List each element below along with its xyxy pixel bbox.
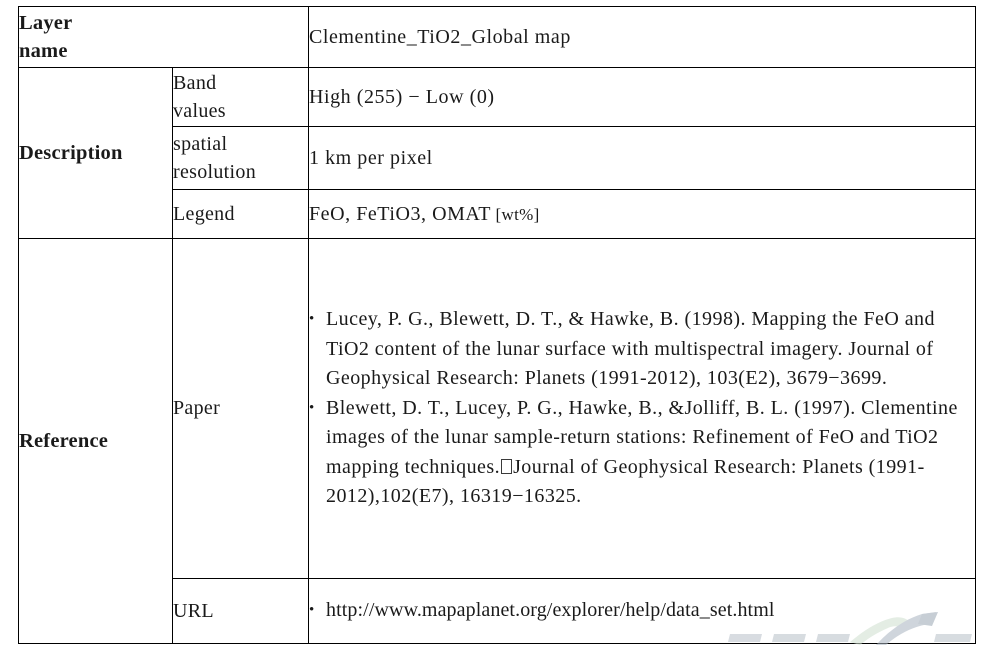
- cell-legend-value: FeO, FeTiO3, OMAT [wt%]: [308, 189, 976, 239]
- spatial-resolution-sublabel-line2: resolution: [173, 161, 256, 183]
- table-row-layer-name: Layer name Clementine_TiO2_Global map: [18, 6, 976, 68]
- missing-glyph-box-icon: [501, 458, 513, 474]
- url-list: http://www.mapaplanet.org/explorer/help/…: [309, 595, 975, 626]
- layer-metadata-table: Layer name Clementine_TiO2_Global map De…: [18, 6, 976, 644]
- band-values-sublabel-line1: Band: [173, 71, 217, 94]
- spatial-resolution-sublabel-line1: spatial: [173, 132, 228, 155]
- layer-name-label-line1: Layer: [19, 11, 73, 34]
- cell-sub-spatial-resolution: spatial resolution: [172, 126, 309, 190]
- list-item-url: http://www.mapaplanet.org/explorer/help/…: [309, 595, 975, 626]
- spatial-resolution-value: 1 km per pixel: [309, 146, 433, 169]
- url-sublabel: URL: [173, 599, 214, 622]
- description-label: Description: [19, 141, 123, 164]
- paper-sublabel: Paper: [173, 397, 221, 420]
- cell-spatial-resolution-value: 1 km per pixel: [308, 126, 976, 190]
- reference-label: Reference: [19, 429, 109, 452]
- legend-unit-text: [wt%]: [495, 204, 540, 224]
- cell-sub-url: URL: [172, 578, 309, 644]
- band-values-value: High (255) − Low (0): [309, 85, 495, 108]
- cell-layer-name-value: Clementine_TiO2_Global map: [308, 6, 976, 68]
- table-row-band-values: Description Band values High (255) − Low…: [18, 67, 976, 239]
- layer-name-value: Clementine_TiO2_Global map: [309, 25, 571, 48]
- legend-value-unit: [wt%]: [491, 205, 540, 224]
- cell-paper-references: Lucey, P. G., Blewett, D. T., & Hawke, B…: [308, 238, 976, 579]
- band-values-sublabel-line2: values: [173, 100, 226, 122]
- row-label-reference: Reference: [18, 238, 173, 644]
- row-label-layer-name: Layer name: [18, 6, 309, 68]
- list-item-reference-1: Lucey, P. G., Blewett, D. T., & Hawke, B…: [309, 304, 975, 394]
- cell-url-value: http://www.mapaplanet.org/explorer/help/…: [308, 578, 976, 644]
- table-row-paper: Reference Paper Lucey, P. G., Blewett, D…: [18, 238, 976, 644]
- legend-value-main: FeO, FeTiO3, OMAT: [309, 202, 491, 225]
- cell-band-values-value: High (255) − Low (0): [308, 67, 976, 127]
- cell-sub-legend: Legend: [172, 189, 309, 239]
- cell-sub-paper: Paper: [172, 238, 309, 579]
- layer-name-label-line2: name: [19, 40, 68, 62]
- legend-sublabel: Legend: [173, 202, 235, 225]
- cell-sub-band-values: Band values: [172, 67, 309, 127]
- reference-1-text: Lucey, P. G., Blewett, D. T., & Hawke, B…: [326, 307, 935, 390]
- page-root: Layer name Clementine_TiO2_Global map De…: [0, 0, 1001, 645]
- reference-list: Lucey, P. G., Blewett, D. T., & Hawke, B…: [309, 304, 975, 512]
- row-label-description: Description: [18, 67, 173, 239]
- list-item-reference-2: Blewett, D. T., Lucey, P. G., Hawke, B.,…: [309, 393, 975, 512]
- url-value[interactable]: http://www.mapaplanet.org/explorer/help/…: [326, 599, 775, 621]
